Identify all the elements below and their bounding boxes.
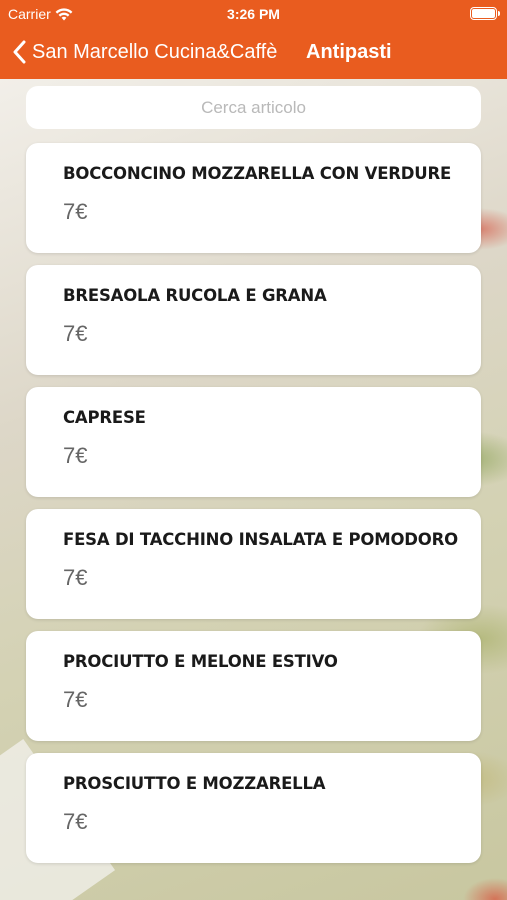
- status-time: 3:26 PM: [227, 6, 280, 22]
- list-item[interactable]: PROSCIUTTO E MOZZARELLA 7€: [26, 753, 481, 863]
- item-name: BOCCONCINO MOZZARELLA CON VERDURE: [63, 164, 452, 183]
- search-bar: [26, 86, 481, 129]
- item-price: 7€: [63, 809, 88, 834]
- header: Carrier 3:26 PM San Marcello Cucina&Caff…: [0, 0, 507, 79]
- item-price: 7€: [63, 199, 88, 224]
- item-name: FESA DI TACCHINO INSALATA E POMODORO: [63, 530, 458, 549]
- page-title: Antipasti: [306, 41, 392, 63]
- item-price: 7€: [63, 443, 88, 468]
- item-price: 7€: [63, 687, 88, 712]
- list-item[interactable]: FESA DI TACCHINO INSALATA E POMODORO 7€: [26, 509, 481, 619]
- back-button[interactable]: San Marcello Cucina&Caffè: [12, 40, 277, 64]
- list-item[interactable]: BOCCONCINO MOZZARELLA CON VERDURE 7€: [26, 143, 481, 253]
- item-name: PROSCIUTTO E MOZZARELLA: [63, 774, 326, 793]
- menu-item-list: BOCCONCINO MOZZARELLA CON VERDURE 7€ BRE…: [26, 143, 481, 875]
- list-item[interactable]: BRESAOLA RUCOLA E GRANA 7€: [26, 265, 481, 375]
- item-name: BRESAOLA RUCOLA E GRANA: [63, 286, 327, 305]
- item-name: PROCIUTTO E MELONE ESTIVO: [63, 652, 338, 671]
- battery-icon: [470, 7, 500, 20]
- item-price: 7€: [63, 565, 88, 590]
- list-item[interactable]: PROCIUTTO E MELONE ESTIVO 7€: [26, 631, 481, 741]
- battery-level: [472, 9, 495, 18]
- list-item[interactable]: CAPRESE 7€: [26, 387, 481, 497]
- status-bar: Carrier 3:26 PM: [0, 0, 507, 28]
- item-price: 7€: [63, 321, 88, 346]
- chevron-left-icon: [13, 40, 26, 64]
- back-button-label: San Marcello Cucina&Caffè: [32, 40, 278, 63]
- nav-bar: San Marcello Cucina&Caffè Antipasti: [0, 28, 507, 79]
- search-input[interactable]: [26, 97, 481, 118]
- item-name: CAPRESE: [63, 408, 146, 427]
